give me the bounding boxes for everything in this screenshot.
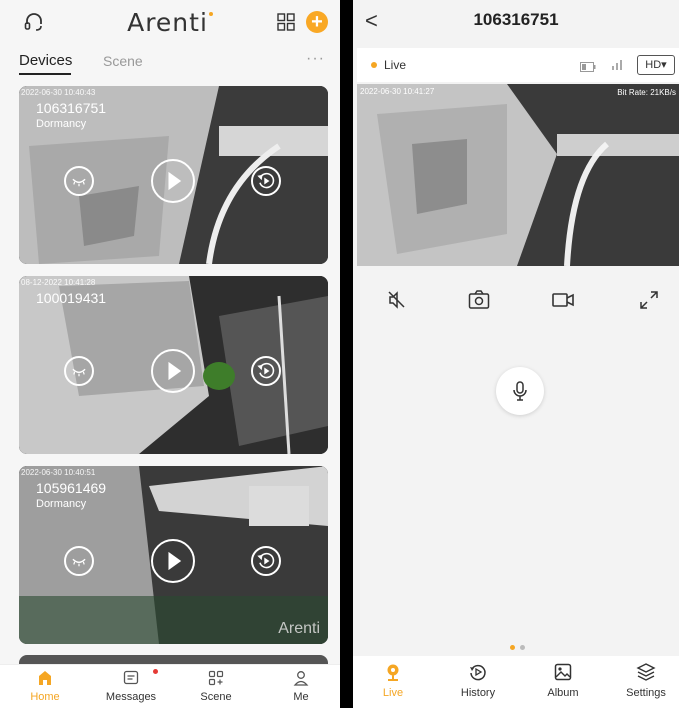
header: < 106316751 — [353, 0, 679, 44]
nav-label: Live — [382, 687, 404, 699]
device-name: 106316751 — [36, 100, 107, 116]
nav-label: Home — [30, 691, 60, 703]
card-timestamp: 2022-06-30 10:40:51 — [21, 468, 96, 477]
home-icon — [39, 671, 51, 685]
live-status-bar: Live HD▾ — [357, 48, 679, 82]
logo-dot — [208, 12, 213, 16]
live-bottom-nav: Live History Album Settings — [353, 656, 679, 708]
nav-home[interactable]: Home — [10, 669, 80, 703]
fullscreen-icon — [640, 291, 658, 309]
device-list-screen: Arenti + Devices Scene ··· 2022-06-30 10… — [0, 0, 340, 708]
nav-label: Messages — [105, 691, 157, 703]
brand-text: Arenti — [127, 8, 208, 37]
tab-devices[interactable]: Devices — [19, 52, 72, 69]
nav-messages[interactable]: Messages — [96, 669, 166, 703]
sleep-eye-icon — [72, 178, 86, 187]
record-button[interactable] — [551, 288, 575, 312]
live-view-screen: < 106316751 Live HD▾ 2022-06-30 10:41:27… — [353, 0, 679, 708]
nav-label: History — [460, 687, 496, 699]
reconnect-button[interactable] — [251, 546, 281, 576]
nav-me[interactable]: Me — [266, 669, 336, 703]
bitrate-label: Bit Rate: 21KB/s — [617, 88, 676, 97]
tab-scene[interactable]: Scene — [103, 53, 143, 69]
device-status: Dormancy — [36, 118, 87, 130]
camera-icon — [468, 290, 490, 309]
sleep-eye-icon — [72, 368, 86, 377]
sleep-eye-icon — [72, 558, 86, 567]
nav-settings[interactable]: Settings — [611, 662, 679, 699]
bottom-nav: Home Messages Scene Me — [0, 664, 340, 708]
device-status: Dormancy — [36, 498, 87, 510]
nav-label: Settings — [626, 687, 666, 699]
battery-icon — [580, 59, 596, 72]
me-icon — [293, 671, 309, 686]
nav-live[interactable]: Live — [358, 662, 428, 699]
play-icon — [168, 171, 182, 191]
card-timestamp: 08-12-2022 10:41:28 — [21, 278, 96, 287]
microphone-icon — [513, 381, 527, 401]
unread-badge — [153, 669, 158, 674]
album-icon — [554, 663, 572, 681]
add-device-button[interactable]: + — [306, 11, 328, 33]
nav-label: Album — [547, 687, 579, 699]
quality-selector[interactable]: HD▾ — [637, 55, 675, 75]
messages-icon — [123, 670, 139, 685]
device-card[interactable]: 08-12-2022 10:41:28 100019431 — [19, 276, 328, 454]
signal-icon — [611, 57, 625, 71]
page-indicator — [510, 645, 530, 651]
live-icon — [387, 664, 399, 681]
mute-icon — [388, 291, 405, 309]
tab-active-underline — [19, 73, 71, 75]
nav-scene[interactable]: Scene — [181, 669, 251, 703]
video-record-icon — [552, 293, 574, 307]
settings-icon — [636, 663, 656, 681]
nav-history[interactable]: History — [443, 662, 513, 699]
page-title: 106316751 — [473, 10, 559, 29]
wake-button[interactable] — [64, 356, 94, 386]
nav-album[interactable]: Album — [528, 662, 598, 699]
live-indicator — [371, 62, 377, 68]
play-icon — [168, 361, 182, 381]
more-options-icon[interactable]: ··· — [306, 50, 325, 68]
play-button[interactable] — [151, 159, 195, 203]
reconnect-button[interactable] — [251, 356, 281, 386]
refresh-icon — [257, 362, 275, 379]
nav-label: Scene — [200, 691, 232, 703]
screen-root: Arenti + Devices Scene ··· 2022-06-30 10… — [0, 0, 679, 708]
device-name: 105961469 — [36, 480, 107, 496]
live-label: Live — [384, 58, 407, 72]
talk-button[interactable] — [496, 367, 544, 415]
wake-button[interactable] — [64, 546, 94, 576]
video-timestamp: 2022-06-30 10:41:27 — [360, 87, 435, 96]
mute-button[interactable] — [385, 288, 409, 312]
device-card[interactable]: 2022-06-30 10:40:51 105961469 Dormancy A… — [19, 466, 328, 644]
page-dot-active — [510, 645, 515, 650]
device-tabs: Devices Scene ··· — [0, 50, 340, 80]
live-video[interactable]: 2022-06-30 10:41:27 Bit Rate: 21KB/s — [357, 84, 679, 266]
top-bar: Arenti + — [0, 0, 340, 46]
camera-watermark: Arenti — [278, 620, 320, 637]
play-button[interactable] — [151, 539, 195, 583]
reconnect-button[interactable] — [251, 166, 281, 196]
snapshot-button[interactable] — [467, 288, 491, 312]
refresh-icon — [257, 552, 275, 569]
play-icon — [168, 551, 182, 571]
scene-icon — [208, 670, 224, 686]
refresh-icon — [257, 172, 275, 189]
fullscreen-button[interactable] — [637, 288, 661, 312]
play-button[interactable] — [151, 349, 195, 393]
video-toolbar — [357, 282, 679, 318]
card-timestamp: 2022-06-30 10:40:43 — [21, 88, 96, 97]
grid-view-icon[interactable] — [276, 12, 296, 32]
wake-button[interactable] — [64, 166, 94, 196]
history-icon — [470, 664, 486, 681]
device-card[interactable]: 2022-06-30 10:40:43 106316751 Dormancy — [19, 86, 328, 264]
video-frame — [357, 84, 679, 266]
device-name: 100019431 — [36, 290, 107, 306]
page-dot — [520, 645, 525, 650]
nav-label: Me — [293, 691, 309, 703]
